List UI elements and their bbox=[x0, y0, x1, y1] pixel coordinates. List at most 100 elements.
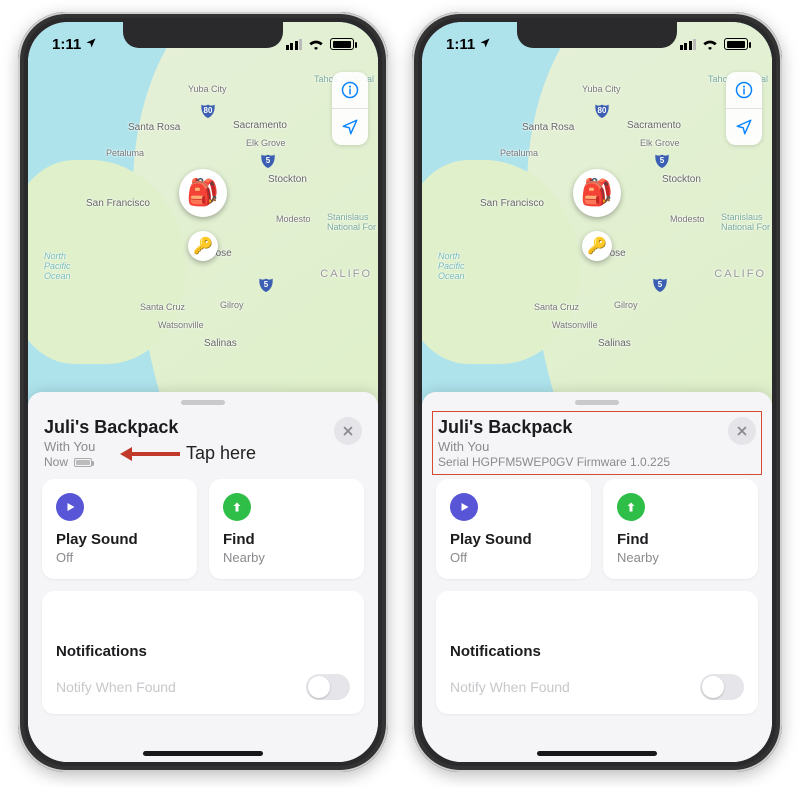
secondary-item-pin[interactable]: 🔑 bbox=[188, 231, 218, 261]
find-title: Find bbox=[223, 531, 350, 548]
notch bbox=[517, 22, 677, 48]
map-view[interactable]: North Pacific Ocean CALIFO Tahoe Nationa… bbox=[28, 22, 378, 429]
notifications-title: Notifications bbox=[450, 643, 744, 660]
sheet-header[interactable]: Juli's Backpack With You Now Tap here bbox=[42, 413, 364, 479]
map-city-watsonville: Watsonville bbox=[158, 320, 204, 330]
find-card[interactable]: Find Nearby bbox=[603, 479, 758, 579]
phone-screen: 1:11 North Pacific Ocean CALIFO Tahoe Na… bbox=[28, 22, 378, 762]
home-indicator[interactable] bbox=[143, 751, 263, 756]
play-sound-title: Play Sound bbox=[56, 531, 183, 548]
map-city-elkgrove: Elk Grove bbox=[246, 138, 286, 148]
item-location-pin[interactable]: 🎒 bbox=[573, 169, 621, 217]
secondary-item-pin[interactable]: 🔑 bbox=[582, 231, 612, 261]
item-title: Juli's Backpack bbox=[44, 417, 178, 438]
map-city-sf: San Francisco bbox=[86, 198, 150, 209]
map-city-santarosa: Santa Rosa bbox=[128, 122, 180, 133]
notify-toggle[interactable] bbox=[306, 674, 350, 700]
play-sound-card[interactable]: Play Sound Off bbox=[436, 479, 591, 579]
wifi-icon bbox=[702, 38, 718, 50]
cellular-signal-icon bbox=[286, 39, 303, 50]
map-label-state: CALIFO bbox=[714, 268, 766, 280]
map-label-stanislaus: Stanislaus National For bbox=[721, 212, 770, 232]
play-sound-subtitle: Off bbox=[450, 550, 577, 565]
map-city-stockton: Stockton bbox=[662, 174, 701, 185]
play-sound-card[interactable]: Play Sound Off bbox=[42, 479, 197, 579]
location-services-icon bbox=[85, 36, 97, 53]
map-city-petaluma: Petaluma bbox=[106, 148, 144, 158]
map-city-salinas: Salinas bbox=[598, 338, 631, 349]
play-icon bbox=[56, 493, 84, 521]
bell-icon bbox=[56, 605, 84, 633]
item-status: With You bbox=[438, 439, 670, 454]
map-info-button[interactable] bbox=[726, 72, 762, 108]
notify-when-found-row[interactable]: Notify When Found bbox=[450, 674, 744, 700]
annotation-text: Tap here bbox=[186, 443, 256, 464]
battery-level-icon bbox=[74, 458, 92, 467]
close-sheet-button[interactable] bbox=[728, 417, 756, 445]
map-city-yuba: Yuba City bbox=[188, 84, 227, 94]
map-city-sacramento: Sacramento bbox=[627, 120, 681, 131]
battery-icon bbox=[724, 38, 748, 50]
sheet-grabber[interactable] bbox=[575, 400, 619, 405]
map-label-state: CALIFO bbox=[320, 268, 372, 280]
notify-toggle[interactable] bbox=[700, 674, 744, 700]
map-controls bbox=[332, 72, 368, 145]
highway-5-icon: 5 bbox=[260, 152, 276, 168]
cellular-signal-icon bbox=[680, 39, 697, 50]
notify-when-found-label: Notify When Found bbox=[450, 679, 570, 695]
notify-when-found-row[interactable]: Notify When Found bbox=[56, 674, 350, 700]
map-city-elkgrove: Elk Grove bbox=[640, 138, 680, 148]
map-city-watsonville: Watsonville bbox=[552, 320, 598, 330]
wifi-icon bbox=[308, 38, 324, 50]
play-icon bbox=[450, 493, 478, 521]
item-detail-sheet[interactable]: Juli's Backpack With You Serial HGPFM5WE… bbox=[422, 392, 772, 762]
map-city-yuba: Yuba City bbox=[582, 84, 621, 94]
map-locate-button[interactable] bbox=[332, 108, 368, 145]
notifications-card[interactable]: Notifications Notify When Found bbox=[42, 591, 364, 714]
map-city-modesto: Modesto bbox=[670, 214, 705, 224]
map-city-modesto: Modesto bbox=[276, 214, 311, 224]
notch bbox=[123, 22, 283, 48]
home-indicator[interactable] bbox=[537, 751, 657, 756]
item-secondary-status: Now bbox=[44, 455, 178, 469]
item-location-pin[interactable]: 🎒 bbox=[179, 169, 227, 217]
play-sound-subtitle: Off bbox=[56, 550, 183, 565]
map-locate-button[interactable] bbox=[726, 108, 762, 145]
map-view[interactable]: North Pacific Ocean CALIFO Tahoe Nationa… bbox=[422, 22, 772, 429]
map-city-gilroy: Gilroy bbox=[220, 300, 244, 310]
find-title: Find bbox=[617, 531, 744, 548]
map-city-stockton: Stockton bbox=[268, 174, 307, 185]
sheet-header[interactable]: Juli's Backpack With You Serial HGPFM5WE… bbox=[436, 413, 758, 479]
item-detail-sheet[interactable]: Juli's Backpack With You Now Tap here bbox=[28, 392, 378, 762]
notify-when-found-label: Notify When Found bbox=[56, 679, 176, 695]
close-sheet-button[interactable] bbox=[334, 417, 362, 445]
location-services-icon bbox=[479, 36, 491, 53]
battery-icon bbox=[330, 38, 354, 50]
find-subtitle: Nearby bbox=[617, 550, 744, 565]
map-label-ocean: North Pacific Ocean bbox=[44, 252, 71, 282]
status-time: 1:11 bbox=[52, 36, 81, 53]
item-status: With You bbox=[44, 439, 178, 454]
map-city-salinas: Salinas bbox=[204, 338, 237, 349]
map-info-button[interactable] bbox=[332, 72, 368, 108]
phone-mockup-right: 1:11 North Pacific Ocean CALIFO Tahoe Na… bbox=[412, 12, 782, 772]
item-title: Juli's Backpack bbox=[438, 417, 670, 438]
bell-icon bbox=[450, 605, 478, 633]
map-label-stanislaus: Stanislaus National For bbox=[327, 212, 376, 232]
highway-5b-icon: 5 bbox=[258, 276, 274, 292]
highway-80-icon: 80 bbox=[200, 102, 216, 118]
notifications-card[interactable]: Notifications Notify When Found bbox=[436, 591, 758, 714]
map-city-sacramento: Sacramento bbox=[233, 120, 287, 131]
map-city-gilroy: Gilroy bbox=[614, 300, 638, 310]
status-time: 1:11 bbox=[446, 36, 475, 53]
map-city-santarosa: Santa Rosa bbox=[522, 122, 574, 133]
find-card[interactable]: Find Nearby bbox=[209, 479, 364, 579]
phone-mockup-left: 1:11 North Pacific Ocean CALIFO Tahoe Na… bbox=[18, 12, 388, 772]
map-city-petaluma: Petaluma bbox=[500, 148, 538, 158]
arrow-up-icon bbox=[223, 493, 251, 521]
sheet-grabber[interactable] bbox=[181, 400, 225, 405]
find-subtitle: Nearby bbox=[223, 550, 350, 565]
map-city-santacruz: Santa Cruz bbox=[534, 302, 579, 312]
map-label-ocean: North Pacific Ocean bbox=[438, 252, 465, 282]
map-controls bbox=[726, 72, 762, 145]
